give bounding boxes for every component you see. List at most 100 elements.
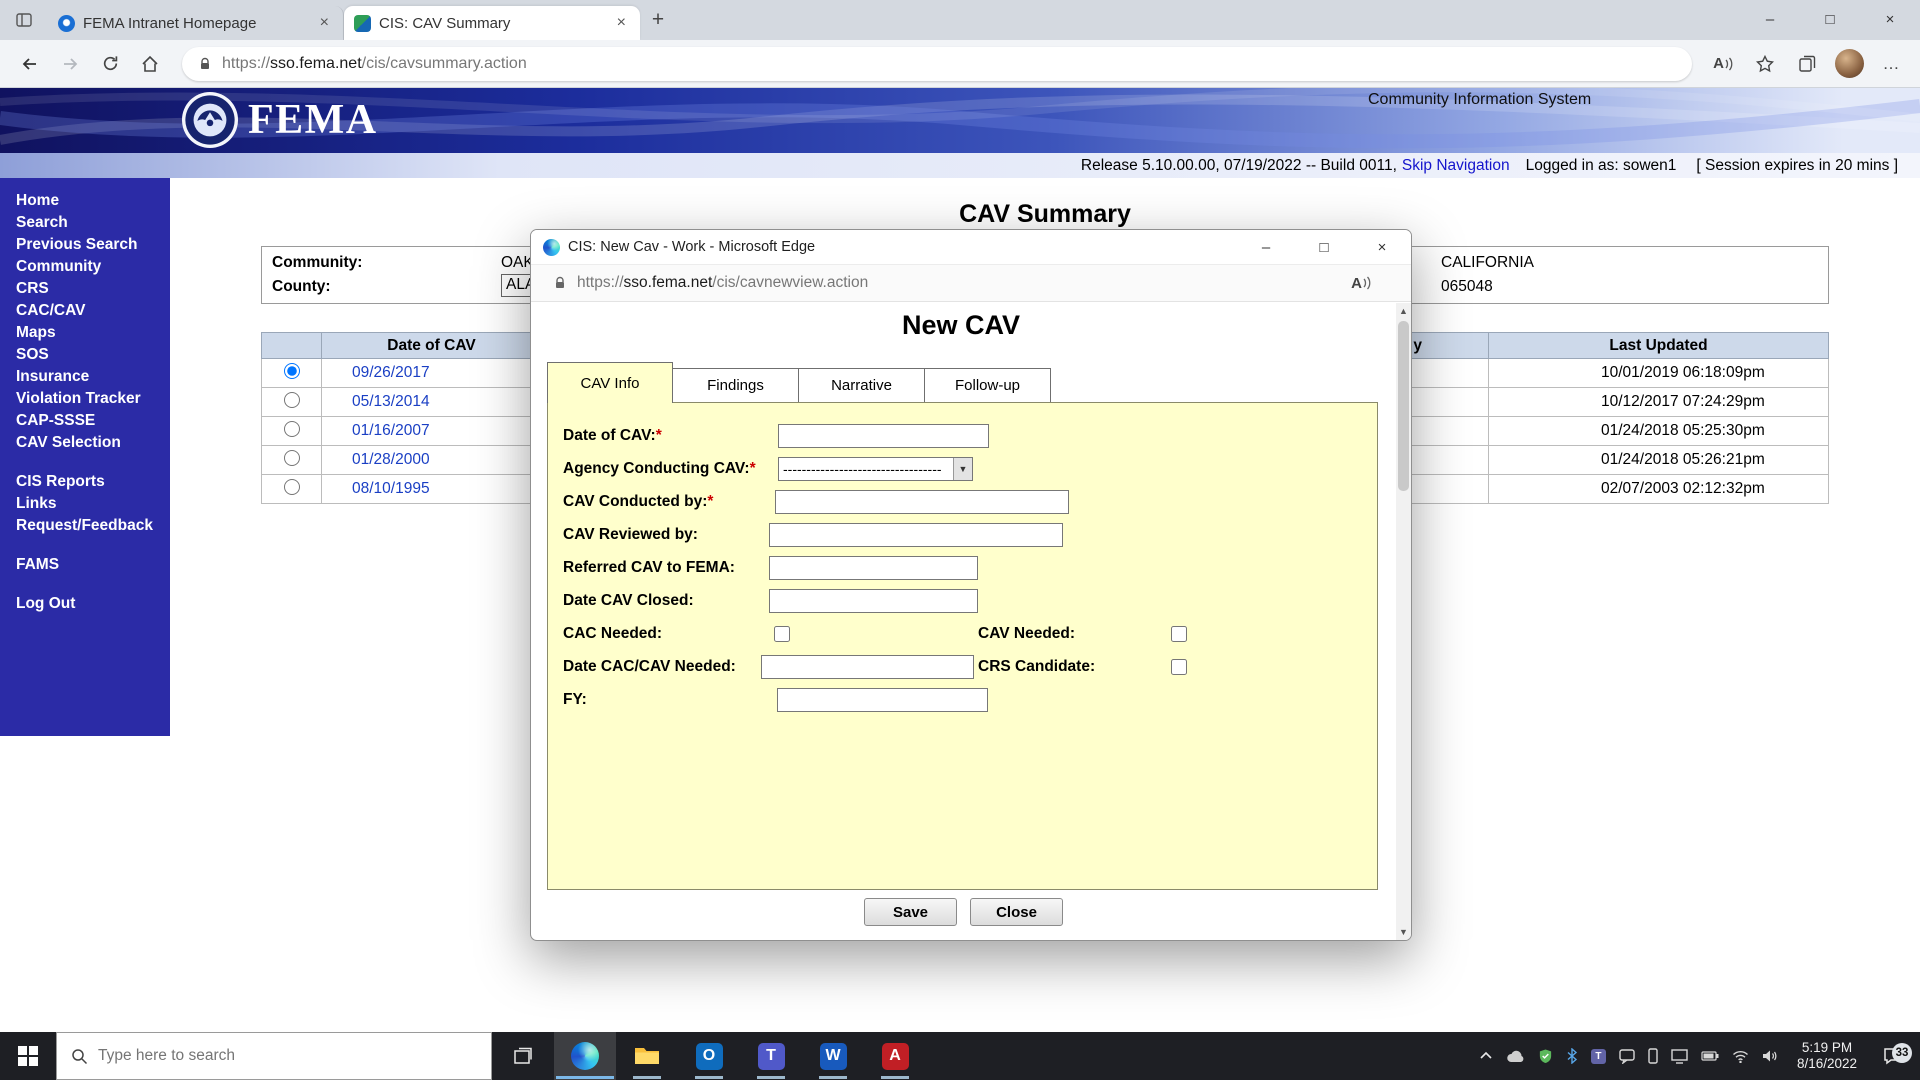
form-row: Referred CAV to FEMA:: [563, 551, 1377, 584]
display-cast-icon[interactable]: [1671, 1049, 1688, 1064]
cav-date-link[interactable]: 09/26/2017: [352, 364, 430, 381]
tab-cav-info[interactable]: CAV Info: [547, 362, 673, 403]
tab-follow-up[interactable]: Follow-up: [925, 368, 1051, 403]
sidebar-item-violation-tracker[interactable]: Violation Tracker: [16, 388, 170, 410]
date-of-cav-input[interactable]: [778, 424, 989, 448]
window-maximize-button[interactable]: □: [1800, 0, 1860, 38]
cav-date-link[interactable]: 01/28/2000: [352, 451, 430, 468]
network-wifi-icon[interactable]: [1732, 1050, 1749, 1063]
sidebar-item-links[interactable]: Links: [16, 493, 170, 515]
tab-actions-icon[interactable]: [0, 0, 48, 40]
save-button[interactable]: Save: [864, 898, 957, 926]
dialog-title-bar[interactable]: CIS: New Cav - Work - Microsoft Edge – □…: [531, 230, 1411, 264]
battery-icon[interactable]: [1701, 1051, 1719, 1061]
onedrive-icon[interactable]: [1506, 1049, 1525, 1063]
hidden-icons-chevron[interactable]: [1479, 1051, 1493, 1061]
volume-icon[interactable]: [1762, 1049, 1778, 1063]
sidebar-item-cac-cav[interactable]: CAC/CAV: [16, 300, 170, 322]
sidebar-item-maps[interactable]: Maps: [16, 322, 170, 344]
dialog-minimize-button[interactable]: –: [1237, 230, 1295, 264]
sidebar-item-insurance[interactable]: Insurance: [16, 366, 170, 388]
action-center-button[interactable]: 33: [1876, 1047, 1910, 1065]
dialog-read-aloud-icon[interactable]: A: [1351, 275, 1371, 292]
cav-conducted-by-input[interactable]: [775, 490, 1069, 514]
dialog-maximize-button[interactable]: □: [1295, 230, 1353, 264]
fy-input[interactable]: [777, 688, 988, 712]
sidebar-item-cav-selection[interactable]: CAV Selection: [16, 432, 170, 454]
cav-needed-checkbox[interactable]: [1171, 626, 1187, 642]
sidebar-item-cap-ssse[interactable]: CAP-SSSE: [16, 410, 170, 432]
cav-reviewed-by-input[interactable]: [769, 523, 1063, 547]
taskbar-clock[interactable]: 5:19 PM 8/16/2022: [1791, 1040, 1863, 1072]
cav-date-link[interactable]: 08/10/1995: [352, 480, 430, 497]
date-cac-cav-needed-input[interactable]: [761, 655, 974, 679]
taskbar-edge-button[interactable]: [554, 1032, 616, 1080]
taskbar-outlook-button[interactable]: O: [678, 1032, 740, 1080]
close-button[interactable]: Close: [970, 898, 1063, 926]
taskbar-search[interactable]: [56, 1032, 492, 1080]
tab-findings[interactable]: Findings: [673, 368, 799, 403]
agency-conducting-cav-select[interactable]: ---------------------------------- ▼: [778, 457, 973, 481]
profile-avatar[interactable]: [1832, 47, 1866, 81]
tab-narrative[interactable]: Narrative: [799, 368, 925, 403]
collections-icon[interactable]: [1790, 47, 1824, 81]
scroll-down-icon[interactable]: ▼: [1396, 924, 1411, 940]
sidebar-item-crs[interactable]: CRS: [16, 278, 170, 300]
refresh-button[interactable]: [92, 46, 128, 82]
file-explorer-icon: [633, 1044, 661, 1068]
tab-close-icon[interactable]: ×: [316, 14, 333, 32]
sidebar-item-request-feedback[interactable]: Request/Feedback: [16, 515, 170, 537]
taskbar-acrobat-button[interactable]: A: [864, 1032, 926, 1080]
browser-tab-fema-intranet[interactable]: FEMA Intranet Homepage ×: [48, 6, 344, 40]
start-button[interactable]: [0, 1032, 56, 1080]
back-button[interactable]: [12, 46, 48, 82]
row-select-radio[interactable]: [284, 450, 300, 466]
dialog-scrollbar[interactable]: ▲ ▼: [1396, 303, 1411, 940]
row-select-radio[interactable]: [284, 363, 300, 379]
row-select-radio[interactable]: [284, 421, 300, 437]
referred-cav-to-fema-input[interactable]: [769, 556, 978, 580]
cav-date-link[interactable]: 05/13/2014: [352, 393, 430, 410]
sidebar-item-community[interactable]: Community: [16, 256, 170, 278]
teams-tray-icon[interactable]: T: [1591, 1049, 1606, 1064]
window-minimize-button[interactable]: –: [1740, 0, 1800, 38]
row-select-radio[interactable]: [284, 392, 300, 408]
sidebar-item-fams[interactable]: FAMS: [16, 554, 170, 576]
bluetooth-icon[interactable]: [1566, 1048, 1578, 1064]
task-view-button[interactable]: [492, 1032, 554, 1080]
county-label: County:: [272, 278, 331, 296]
dialog-address-bar[interactable]: https://sso.fema.net/cis/cavnewview.acti…: [531, 264, 1411, 302]
cac-needed-checkbox[interactable]: [774, 626, 790, 642]
row-select-radio[interactable]: [284, 479, 300, 495]
window-close-button[interactable]: ×: [1860, 0, 1920, 38]
chat-tray-icon[interactable]: [1619, 1049, 1635, 1064]
read-aloud-icon[interactable]: A: [1706, 47, 1740, 81]
dialog-close-button[interactable]: ×: [1353, 230, 1411, 264]
skip-navigation-link[interactable]: Skip Navigation: [1402, 157, 1510, 175]
phone-link-icon[interactable]: [1648, 1048, 1658, 1064]
home-button[interactable]: [132, 46, 168, 82]
sidebar-item-cis-reports[interactable]: CIS Reports: [16, 471, 170, 493]
sidebar-item-previous-search[interactable]: Previous Search: [16, 234, 170, 256]
taskbar-word-button[interactable]: W: [802, 1032, 864, 1080]
new-tab-button[interactable]: +: [640, 8, 676, 32]
sidebar-item-log-out[interactable]: Log Out: [16, 593, 170, 615]
date-cav-closed-input[interactable]: [769, 589, 978, 613]
crs-candidate-checkbox[interactable]: [1171, 659, 1187, 675]
cav-date-link[interactable]: 01/16/2007: [352, 422, 430, 439]
security-shield-icon[interactable]: [1538, 1048, 1553, 1064]
browser-tab-cav-summary[interactable]: CIS: CAV Summary ×: [344, 6, 640, 40]
sidebar-item-home[interactable]: Home: [16, 190, 170, 212]
favorites-star-icon[interactable]: [1748, 47, 1782, 81]
forward-button[interactable]: [52, 46, 88, 82]
taskbar-search-input[interactable]: [98, 1047, 438, 1065]
sidebar-item-sos[interactable]: SOS: [16, 344, 170, 366]
taskbar-teams-button[interactable]: T: [740, 1032, 802, 1080]
tab-close-icon[interactable]: ×: [613, 14, 630, 32]
address-bar[interactable]: https://sso.fema.net/cis/cavsummary.acti…: [182, 47, 1692, 81]
scroll-up-icon[interactable]: ▲: [1396, 303, 1411, 319]
settings-more-icon[interactable]: …: [1874, 47, 1908, 81]
sidebar-item-search[interactable]: Search: [16, 212, 170, 234]
taskbar-file-explorer-button[interactable]: [616, 1032, 678, 1080]
scrollbar-thumb[interactable]: [1398, 321, 1409, 491]
